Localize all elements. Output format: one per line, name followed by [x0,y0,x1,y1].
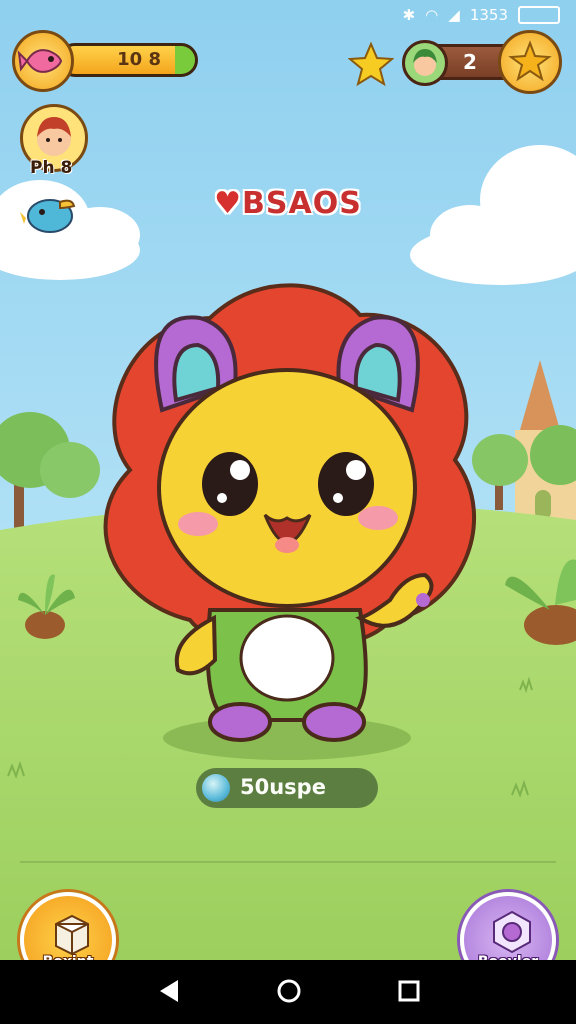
friend-avatar[interactable] [402,40,448,86]
coin-bar-end [175,46,195,74]
level-number: 2 [463,50,477,74]
top-right-hud: 2 [347,30,562,96]
pet-name: BSAOS [242,186,362,221]
bubble-icon [202,774,230,802]
box-icon [48,908,96,956]
cube-icon [488,908,536,956]
status-bar: ✱ ◠ ◢ 1353 [403,6,560,24]
star-badge-icon[interactable] [498,30,562,94]
coin-bar: 10 8 [58,43,198,77]
status-time: 1353 [469,6,508,24]
bluetooth-icon: ✱ [402,6,416,24]
recent-square-icon[interactable] [398,980,420,1006]
game-background [0,0,576,1024]
battery-icon [518,6,560,24]
heart-icon: ♥ [214,186,243,221]
xp-indicator: 50uspe [196,768,378,808]
signal-icon: ◢ [448,6,460,24]
xp-label: 50uspe [240,775,326,799]
back-triangle-icon[interactable] [158,978,180,1008]
coin-amount: 10 8 [117,49,161,70]
wifi-icon: ◠ [425,6,439,24]
player-badge-label: Ph 8 [30,158,73,178]
star-icon[interactable] [347,41,395,87]
home-circle-icon[interactable] [276,978,302,1008]
pink-fish-icon [12,30,74,92]
pet-name-title: ♥BSAOS [0,186,576,221]
system-navigation-bar [0,960,576,1024]
coin-counter[interactable]: 10 8 [12,30,198,92]
